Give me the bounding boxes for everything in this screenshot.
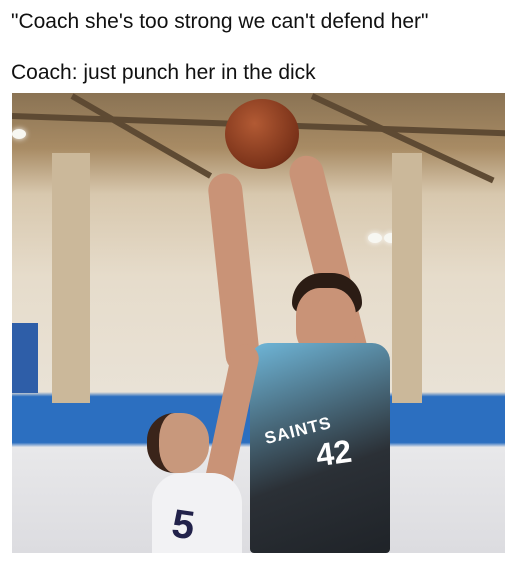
basketball-photo: SAINTS 42 5 — [12, 93, 505, 553]
ceiling-beam — [70, 93, 213, 179]
basketball — [225, 99, 299, 169]
wall-pillar — [52, 153, 90, 403]
defender-head — [147, 413, 209, 473]
caption-line-2: Coach: just punch her in the dick — [11, 61, 316, 84]
wall-pillar — [392, 153, 422, 403]
shooter-jersey: SAINTS 42 — [250, 343, 390, 553]
wall-banner — [12, 323, 38, 393]
shooter-arm — [206, 171, 262, 375]
defender-jersey: 5 — [152, 473, 242, 553]
ceiling-light — [368, 233, 382, 243]
jersey-number: 42 — [313, 432, 354, 474]
ceiling-light — [12, 129, 26, 139]
caption-line-1: "Coach she's too strong we can't defend … — [11, 10, 429, 33]
defender-number: 5 — [169, 501, 198, 549]
